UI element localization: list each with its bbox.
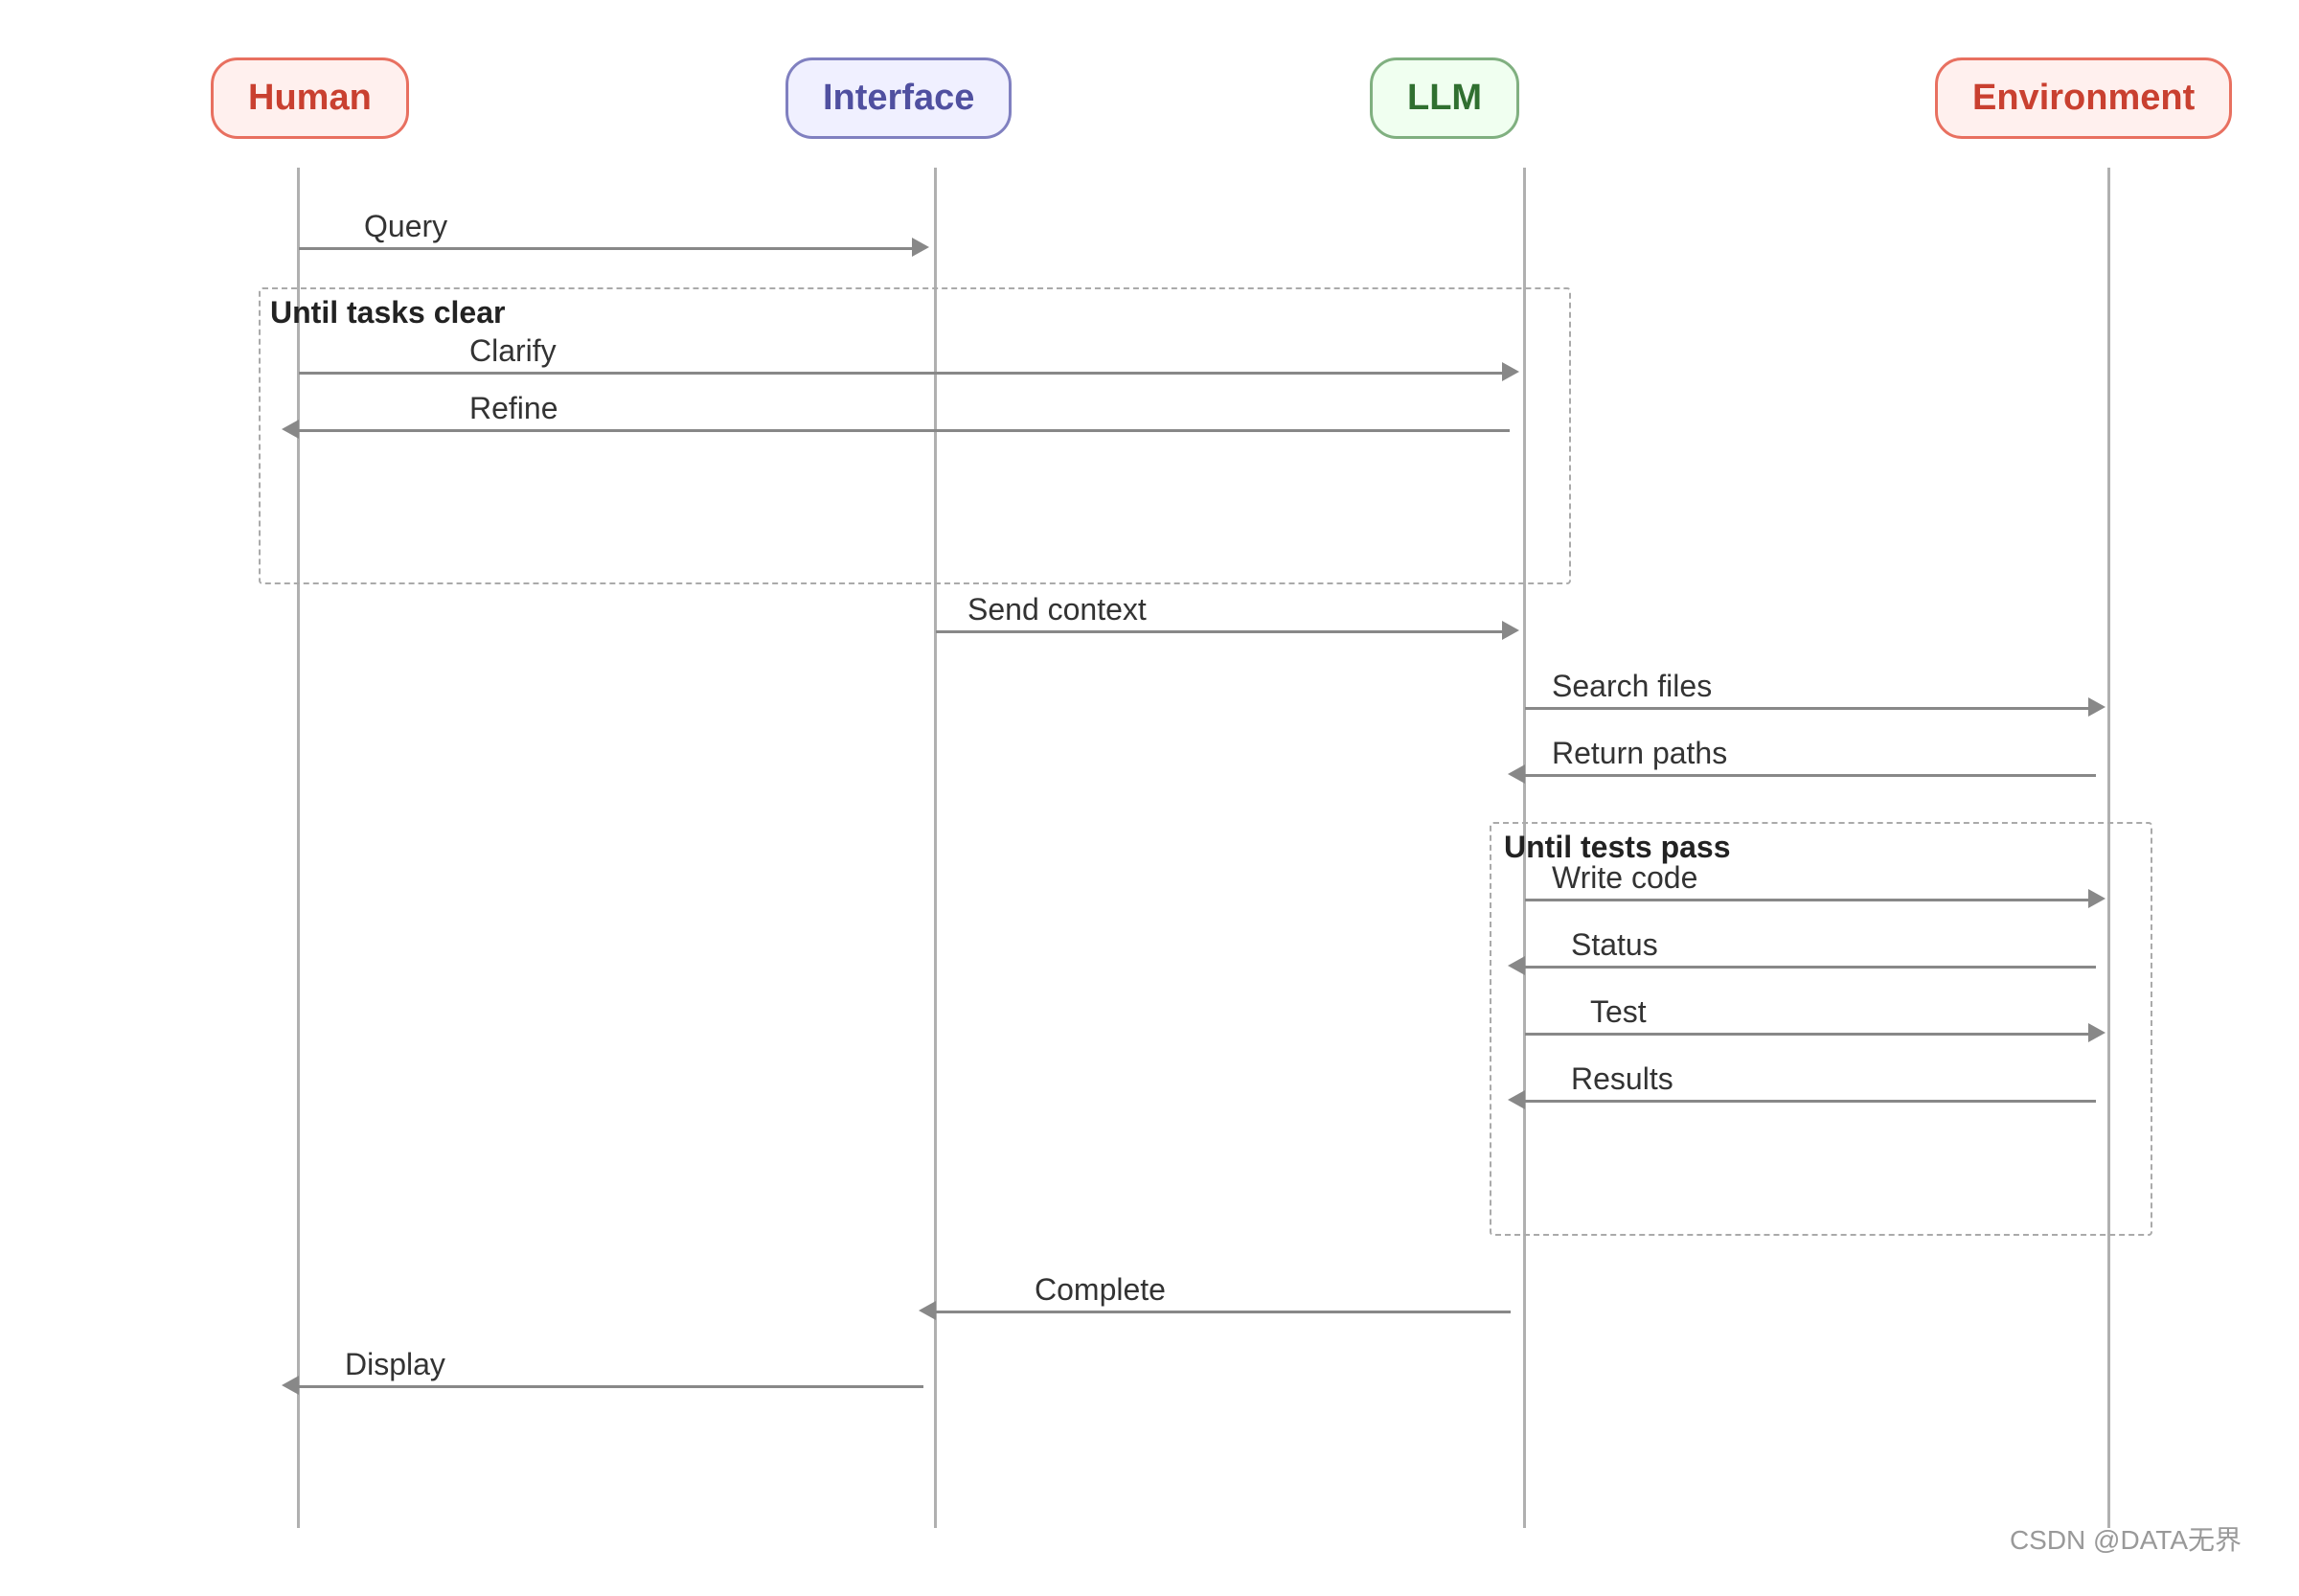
- actor-llm-label: LLM: [1407, 78, 1482, 118]
- message-results-arrowhead: [1508, 1090, 1525, 1109]
- message-searchfiles-arrowhead: [2088, 697, 2106, 717]
- actor-interface: Interface: [785, 57, 1012, 139]
- message-query-arrowhead: [912, 238, 929, 257]
- message-complete-arrowhead: [919, 1301, 936, 1320]
- message-test-line: [1525, 1033, 2096, 1036]
- message-writecode-line: [1525, 899, 2096, 901]
- watermark: CSDN @DATA无界: [2010, 1519, 2242, 1558]
- message-status-label: Status: [1571, 927, 1658, 963]
- message-results-line: [1525, 1100, 2096, 1103]
- message-sendcontext-label: Send context: [967, 592, 1147, 627]
- message-display-line: [299, 1385, 923, 1388]
- message-status-arrowhead: [1508, 956, 1525, 975]
- message-searchfiles-label: Search files: [1552, 669, 1712, 704]
- message-status-line: [1525, 966, 2096, 969]
- message-sendcontext-arrowhead: [1502, 621, 1519, 640]
- actor-environment: Environment: [1935, 57, 2232, 139]
- message-clarify-line: [299, 372, 1510, 375]
- message-results-label: Results: [1571, 1061, 1673, 1097]
- message-refine-arrowhead: [282, 420, 299, 439]
- message-refine-line: [299, 429, 1510, 432]
- message-writecode-arrowhead: [2088, 889, 2106, 908]
- message-sendcontext-line: [936, 630, 1509, 633]
- message-display-arrowhead: [282, 1376, 299, 1395]
- loop-until-tasks-clear: [259, 287, 1571, 584]
- message-query-line: [299, 247, 920, 250]
- message-display-label: Display: [345, 1347, 445, 1382]
- loop-until-tasks-clear-label: Until tasks clear: [270, 295, 505, 331]
- message-writecode-label: Write code: [1552, 860, 1697, 896]
- actor-human-label: Human: [248, 78, 372, 118]
- actor-llm: LLM: [1370, 57, 1519, 139]
- actor-environment-label: Environment: [1972, 78, 2195, 118]
- message-searchfiles-line: [1525, 707, 2096, 710]
- actor-human: Human: [211, 57, 409, 139]
- diagram: Human Interface LLM Environment Query Un…: [0, 0, 2299, 1596]
- message-clarify-arrowhead: [1502, 362, 1519, 381]
- message-complete-label: Complete: [1035, 1272, 1166, 1308]
- message-query-label: Query: [364, 209, 447, 244]
- message-returnpaths-label: Return paths: [1552, 736, 1727, 771]
- message-clarify-label: Clarify: [469, 333, 557, 369]
- actor-interface-label: Interface: [823, 78, 974, 118]
- message-refine-label: Refine: [469, 391, 558, 426]
- message-returnpaths-line: [1525, 774, 2096, 777]
- message-complete-line: [936, 1311, 1511, 1313]
- message-returnpaths-arrowhead: [1508, 764, 1525, 784]
- message-test-label: Test: [1590, 994, 1647, 1030]
- message-test-arrowhead: [2088, 1023, 2106, 1042]
